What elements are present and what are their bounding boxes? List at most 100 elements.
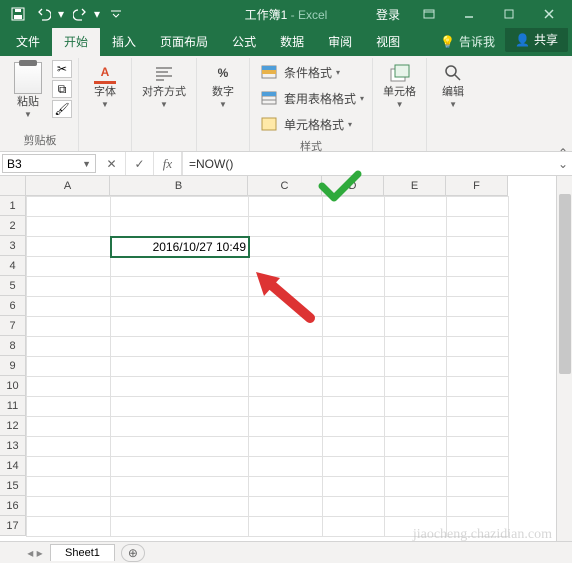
select-all-corner[interactable] — [0, 176, 26, 196]
cell[interactable] — [249, 337, 323, 357]
share-button[interactable]: 👤 共享 — [505, 27, 568, 52]
cell[interactable] — [249, 457, 323, 477]
cell[interactable] — [385, 357, 447, 377]
cell[interactable] — [447, 197, 509, 217]
cell[interactable] — [249, 397, 323, 417]
row-header[interactable]: 7 — [0, 316, 26, 336]
row-header[interactable]: 17 — [0, 516, 26, 536]
cell[interactable] — [111, 217, 249, 237]
cell[interactable] — [249, 297, 323, 317]
cell[interactable] — [323, 377, 385, 397]
cell[interactable] — [27, 277, 111, 297]
cell-styles-button[interactable]: 单元格格式 ▾ — [256, 112, 366, 136]
cell[interactable] — [447, 437, 509, 457]
format-painter-button[interactable]: 🖌 — [52, 100, 72, 118]
cell[interactable] — [447, 317, 509, 337]
row-header[interactable]: 4 — [0, 256, 26, 276]
cell[interactable] — [447, 517, 509, 537]
tab-page-layout[interactable]: 页面布局 — [148, 27, 220, 56]
row-header[interactable]: 15 — [0, 476, 26, 496]
row-header[interactable]: 13 — [0, 436, 26, 456]
tab-home[interactable]: 开始 — [52, 27, 100, 56]
cell[interactable] — [323, 197, 385, 217]
qat-customize-button[interactable] — [104, 3, 128, 25]
cell[interactable] — [385, 277, 447, 297]
cell[interactable] — [447, 217, 509, 237]
cell[interactable] — [111, 297, 249, 317]
cell[interactable] — [249, 497, 323, 517]
redo-button[interactable] — [68, 3, 92, 25]
cell[interactable] — [447, 357, 509, 377]
ribbon-display-options-button[interactable] — [412, 3, 446, 25]
cell[interactable] — [447, 417, 509, 437]
cell[interactable] — [385, 337, 447, 357]
cell[interactable] — [27, 497, 111, 517]
row-header[interactable]: 8 — [0, 336, 26, 356]
cell[interactable] — [385, 237, 447, 257]
cell[interactable] — [249, 477, 323, 497]
cell[interactable] — [27, 457, 111, 477]
cell[interactable] — [385, 317, 447, 337]
insert-function-button[interactable]: fx — [154, 152, 182, 175]
tab-data[interactable]: 数据 — [268, 27, 316, 56]
tab-file[interactable]: 文件 — [4, 27, 52, 56]
cell[interactable] — [249, 377, 323, 397]
number-button[interactable]: % 数字 ▼ — [203, 60, 243, 111]
cell[interactable] — [249, 517, 323, 537]
vertical-scrollbar[interactable] — [556, 176, 572, 541]
cell[interactable] — [111, 397, 249, 417]
worksheet-grid[interactable]: ABCDEF 1234567891011121314151617 2016/10… — [0, 176, 572, 541]
cell[interactable] — [111, 337, 249, 357]
cell[interactable] — [249, 197, 323, 217]
cell[interactable] — [111, 497, 249, 517]
redo-dropdown-icon[interactable]: ▾ — [92, 7, 102, 21]
cell[interactable] — [249, 317, 323, 337]
column-header[interactable]: E — [384, 176, 446, 196]
cell[interactable] — [323, 317, 385, 337]
cell[interactable] — [27, 397, 111, 417]
tab-view[interactable]: 视图 — [364, 27, 412, 56]
alignment-button[interactable]: 对齐方式 ▼ — [138, 60, 190, 111]
cell[interactable] — [27, 437, 111, 457]
cell[interactable] — [323, 337, 385, 357]
cell[interactable] — [385, 197, 447, 217]
cells-dropdown-icon[interactable]: ▼ — [396, 100, 404, 109]
name-box-dropdown-icon[interactable]: ▼ — [82, 159, 91, 169]
cell[interactable] — [249, 277, 323, 297]
undo-split-button[interactable]: ▾ — [32, 3, 66, 25]
copy-button[interactable]: ⧉ — [52, 80, 72, 98]
row-header[interactable]: 11 — [0, 396, 26, 416]
editing-dropdown-icon[interactable]: ▼ — [449, 100, 457, 109]
cell[interactable] — [27, 217, 111, 237]
row-headers[interactable]: 1234567891011121314151617 — [0, 196, 26, 536]
tab-review[interactable]: 审阅 — [316, 27, 364, 56]
cell[interactable] — [385, 377, 447, 397]
cell[interactable] — [111, 197, 249, 217]
cell[interactable] — [323, 217, 385, 237]
cell[interactable] — [27, 297, 111, 317]
tell-me-input[interactable]: 💡 告诉我 — [430, 33, 505, 50]
row-header[interactable]: 10 — [0, 376, 26, 396]
column-header[interactable]: D — [322, 176, 384, 196]
cell[interactable] — [447, 377, 509, 397]
cell[interactable] — [385, 437, 447, 457]
cell[interactable] — [323, 417, 385, 437]
minimize-button[interactable] — [452, 3, 486, 25]
column-header[interactable]: A — [26, 176, 110, 196]
add-sheet-button[interactable]: ⊕ — [121, 544, 145, 562]
maximize-button[interactable] — [492, 3, 526, 25]
cell-b3[interactable]: 2016/10/27 10:49 — [111, 237, 249, 257]
cell[interactable] — [447, 297, 509, 317]
formula-input[interactable]: =NOW() — [182, 152, 554, 175]
close-button[interactable] — [532, 3, 566, 25]
cell[interactable] — [27, 337, 111, 357]
cell[interactable] — [323, 477, 385, 497]
row-header[interactable]: 6 — [0, 296, 26, 316]
cell[interactable] — [447, 397, 509, 417]
cell[interactable] — [447, 337, 509, 357]
cell[interactable] — [249, 257, 323, 277]
cell[interactable] — [323, 257, 385, 277]
row-header[interactable]: 9 — [0, 356, 26, 376]
cell[interactable] — [111, 437, 249, 457]
save-button[interactable] — [6, 3, 30, 25]
